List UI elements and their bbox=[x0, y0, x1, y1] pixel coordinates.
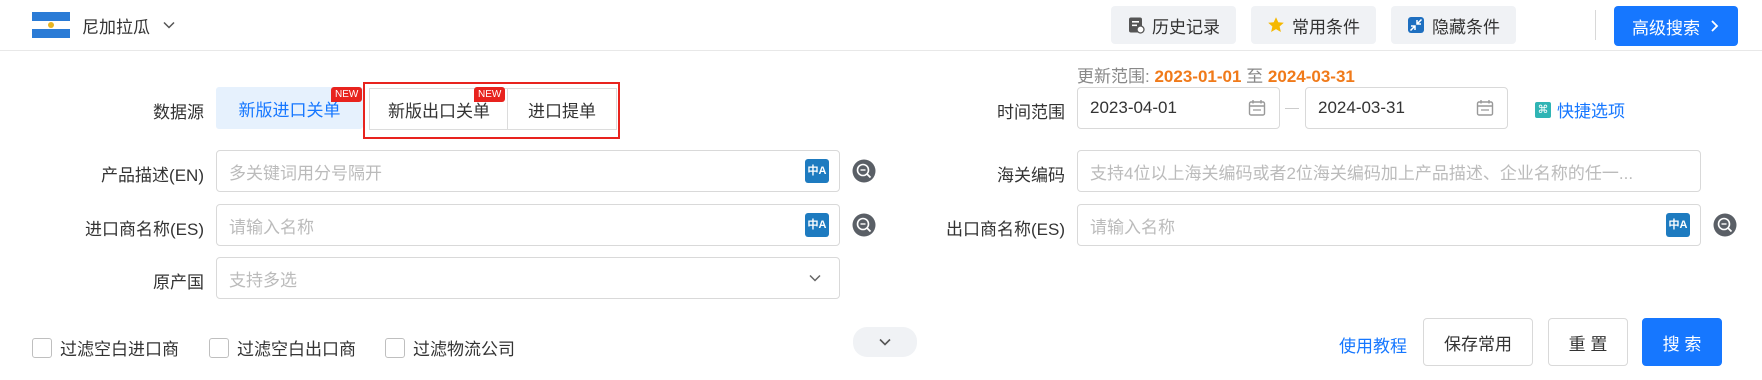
favorite-label: 常用条件 bbox=[1292, 17, 1360, 37]
header-divider bbox=[1595, 10, 1596, 40]
origin-country-select[interactable]: 支持多选 bbox=[216, 257, 840, 299]
chevron-down-icon bbox=[809, 274, 821, 282]
update-range-separator: 至 bbox=[1246, 67, 1264, 86]
country-selector[interactable]: 尼加拉瓜 bbox=[32, 12, 176, 38]
update-range-start: 2023-01-01 bbox=[1154, 67, 1242, 86]
expand-toggle[interactable] bbox=[853, 327, 917, 357]
product-description-placeholder: 多关键词用分号隔开 bbox=[229, 163, 382, 183]
quick-options-link[interactable]: ⌘ 快捷选项 bbox=[1535, 97, 1625, 122]
filter-blank-importer-checkbox[interactable]: 过滤空白进口商 bbox=[32, 335, 179, 360]
update-range-end: 2024-03-31 bbox=[1267, 67, 1355, 86]
favorite-conditions-button[interactable]: 常用条件 bbox=[1251, 6, 1376, 44]
advanced-search-label: 高级搜索 bbox=[1632, 18, 1700, 38]
hs-code-input[interactable]: 支持4位以上海关编码或者2位海关编码加上产品描述、企业名称的任一... bbox=[1077, 150, 1701, 192]
history-icon bbox=[1129, 17, 1145, 34]
translate-icon[interactable]: 中A bbox=[805, 159, 829, 183]
search-options-icon[interactable] bbox=[1712, 212, 1738, 238]
checkbox[interactable] bbox=[385, 337, 405, 358]
chevron-down-icon bbox=[163, 21, 175, 29]
start-date-value: 2023-04-01 bbox=[1090, 98, 1177, 117]
new-badge: NEW bbox=[331, 87, 363, 102]
translate-icon[interactable]: 中A bbox=[1666, 213, 1690, 237]
star-icon bbox=[1268, 17, 1284, 32]
quick-options-label: 快捷选项 bbox=[1557, 102, 1625, 121]
exporter-name-label: 出口商名称(ES) bbox=[946, 220, 1065, 239]
command-icon: ⌘ bbox=[1535, 101, 1551, 118]
checkbox-label: 过滤空白进口商 bbox=[60, 340, 179, 359]
search-button[interactable]: 搜 索 bbox=[1642, 318, 1722, 366]
reset-button[interactable]: 重 置 bbox=[1548, 318, 1628, 366]
product-description-input[interactable]: 多关键词用分号隔开 中A bbox=[216, 150, 840, 192]
new-badge: NEW bbox=[474, 87, 506, 102]
filter-logistics-checkbox[interactable]: 过滤物流公司 bbox=[385, 335, 515, 360]
hide-conditions-button[interactable]: 隐藏条件 bbox=[1391, 6, 1516, 44]
filter-blank-exporter-checkbox[interactable]: 过滤空白出口商 bbox=[209, 335, 356, 360]
save-favorite-button[interactable]: 保存常用 bbox=[1423, 318, 1533, 366]
date-range-dash bbox=[1285, 108, 1299, 109]
collapse-icon bbox=[1408, 17, 1424, 33]
translate-icon[interactable]: 中A bbox=[805, 213, 829, 237]
datasource-import-bill[interactable]: 进口提单 bbox=[507, 88, 617, 130]
hs-code-label: 海关编码 bbox=[997, 166, 1065, 185]
country-name: 尼加拉瓜 bbox=[82, 17, 150, 37]
chevron-right-icon bbox=[1711, 20, 1719, 32]
nicaragua-flag-icon bbox=[32, 12, 70, 38]
end-date-input[interactable]: 2024-03-31 bbox=[1305, 87, 1508, 129]
checkbox-label: 过滤空白出口商 bbox=[237, 340, 356, 359]
history-label: 历史记录 bbox=[1152, 17, 1220, 37]
importer-name-input[interactable]: 请输入名称 中A bbox=[216, 204, 840, 246]
checkbox-label: 过滤物流公司 bbox=[413, 340, 515, 359]
origin-country-label: 原产国 bbox=[153, 273, 204, 292]
update-range-prefix: 更新范围: bbox=[1077, 67, 1150, 86]
exporter-name-placeholder: 请输入名称 bbox=[1090, 217, 1175, 237]
exporter-name-input[interactable]: 请输入名称 中A bbox=[1077, 204, 1701, 246]
history-button[interactable]: 历史记录 bbox=[1111, 6, 1236, 44]
update-range: 更新范围: 2023-01-01 至 2024-03-31 bbox=[1077, 62, 1355, 87]
datasource-option-label: 新版进口关单 bbox=[238, 100, 341, 120]
calendar-icon bbox=[1248, 100, 1266, 116]
advanced-search-button[interactable]: 高级搜索 bbox=[1614, 6, 1738, 46]
tutorial-link[interactable]: 使用教程 bbox=[1339, 332, 1407, 357]
search-options-icon[interactable] bbox=[851, 212, 877, 238]
chevron-down-icon bbox=[879, 338, 891, 346]
importer-name-label: 进口商名称(ES) bbox=[85, 220, 204, 239]
origin-country-placeholder: 支持多选 bbox=[229, 270, 297, 290]
search-options-icon[interactable] bbox=[851, 158, 877, 184]
start-date-input[interactable]: 2023-04-01 bbox=[1077, 87, 1280, 129]
importer-name-placeholder: 请输入名称 bbox=[229, 217, 314, 237]
checkbox[interactable] bbox=[32, 337, 52, 358]
calendar-icon bbox=[1476, 100, 1494, 116]
time-range-label: 时间范围 bbox=[997, 103, 1065, 122]
hs-code-placeholder: 支持4位以上海关编码或者2位海关编码加上产品描述、企业名称的任一... bbox=[1090, 163, 1634, 183]
hide-label: 隐藏条件 bbox=[1432, 17, 1500, 37]
datasource-option-label: 进口提单 bbox=[528, 101, 596, 121]
product-description-label: 产品描述(EN) bbox=[101, 166, 204, 185]
top-bar: 尼加拉瓜 历史记录 常用条件 隐藏条件 高级搜索 bbox=[0, 0, 1762, 51]
checkbox[interactable] bbox=[209, 337, 229, 358]
end-date-value: 2024-03-31 bbox=[1318, 98, 1405, 117]
datasource-label: 数据源 bbox=[153, 103, 204, 122]
